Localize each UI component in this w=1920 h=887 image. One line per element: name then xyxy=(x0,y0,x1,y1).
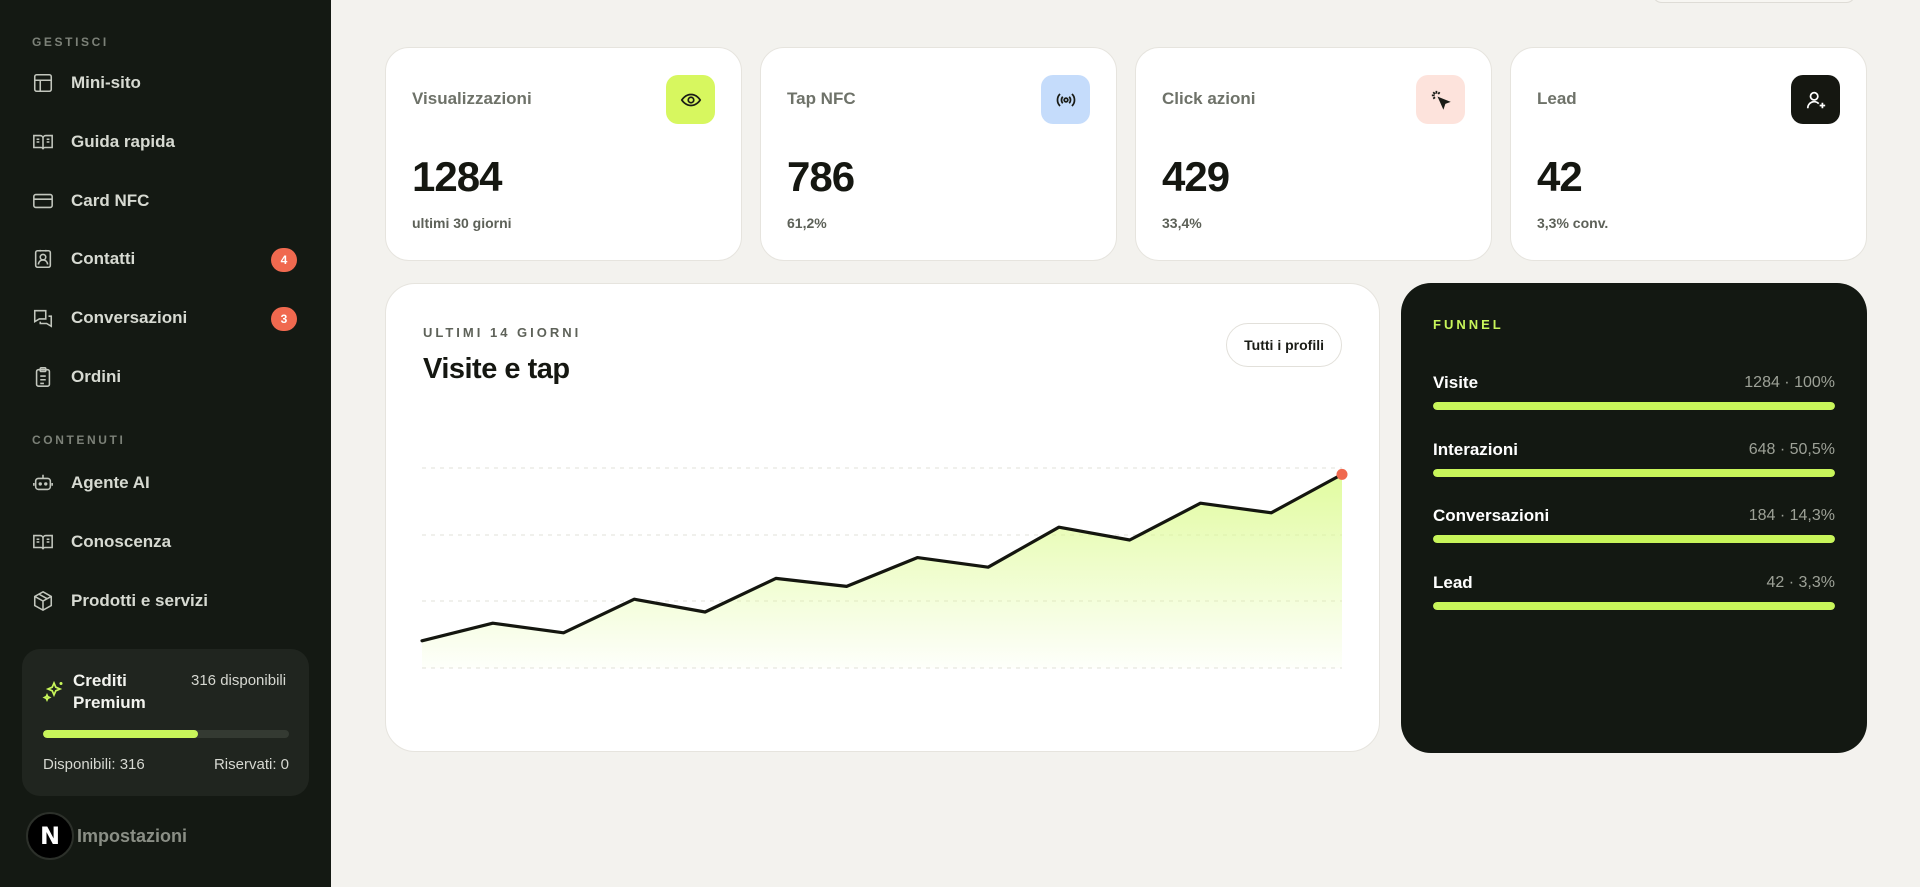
sparkles-icon xyxy=(42,679,66,703)
stat-subtext: 61,2% xyxy=(787,215,827,231)
funnel-step-name: Interazioni xyxy=(1433,440,1519,459)
settings-link[interactable]: N Impostazioni xyxy=(26,812,187,860)
funnel-step-fill xyxy=(1433,402,1835,410)
credits-reserved-label: Riservati: 0 xyxy=(213,756,289,773)
sidebar-item-label: Conoscenza xyxy=(71,532,172,551)
premium-credits-card: Crediti Premium 316 disponibili Disponib… xyxy=(22,649,309,796)
chart-title: Visite e tap xyxy=(423,353,570,385)
stat-subtext: 3,3% conv. xyxy=(1537,215,1609,231)
stat-value: 429 xyxy=(1162,153,1230,200)
funnel-step-value: 42 · 3,3% xyxy=(1766,574,1835,591)
sidebar-item-label: Conversazioni xyxy=(71,308,188,327)
credits-available-count: 316 disponibili xyxy=(191,672,287,689)
section-title-content: CONTENUTI xyxy=(32,433,126,447)
sidebar-item-mini-sito[interactable]: Mini-sito xyxy=(22,60,309,106)
stat-value: 1284 xyxy=(412,153,502,200)
robot-icon xyxy=(31,471,55,495)
credits-progress-bar xyxy=(43,730,289,738)
stat-subtext: ultimi 30 giorni xyxy=(412,215,512,231)
settings-label: Impostazioni xyxy=(77,825,188,846)
sidebar-item-contatti[interactable]: Contatti 4 xyxy=(22,236,309,282)
stat-card-click-azioni: Click azioni 429 33,4% xyxy=(1135,47,1492,261)
sidebar-item-label: Mini-sito xyxy=(71,73,141,92)
credits-progress-fill xyxy=(43,730,198,738)
sidebar-item-conoscenza[interactable]: Conoscenza xyxy=(22,519,309,565)
funnel-step-name: Conversazioni xyxy=(1433,506,1550,525)
nfc-signal-icon xyxy=(1041,75,1090,124)
funnel-step-name: Lead xyxy=(1433,573,1473,592)
section-title-manage: GESTISCI xyxy=(32,35,109,49)
stat-value: 786 xyxy=(787,153,855,200)
stat-card-visualizzazioni: Visualizzazioni 1284 ultimi 30 giorni xyxy=(385,47,742,261)
funnel-step-fill xyxy=(1433,602,1835,610)
contatti-count-badge: 4 xyxy=(271,248,297,272)
funnel-step-bar xyxy=(1433,602,1835,610)
credit-card-icon xyxy=(31,189,55,213)
eye-icon xyxy=(666,75,715,124)
funnel-step-fill xyxy=(1433,535,1835,543)
sidebar-item-label: Ordini xyxy=(71,367,122,386)
top-control-stub[interactable] xyxy=(1652,0,1856,3)
avatar[interactable]: N xyxy=(26,812,74,860)
funnel-step-bar xyxy=(1433,469,1835,477)
credits-available-label: Disponibili: 316 xyxy=(43,756,145,773)
stat-label: Click azioni xyxy=(1162,89,1256,108)
sidebar-item-label: Prodotti e servizi xyxy=(71,591,208,610)
cursor-click-icon xyxy=(1416,75,1465,124)
funnel-step-bar xyxy=(1433,535,1835,543)
conversazioni-count-badge: 3 xyxy=(271,307,297,331)
sidebar-item-prodotti-servizi[interactable]: Prodotti e servizi xyxy=(22,578,309,624)
sidebar-item-label: Contatti xyxy=(71,249,136,268)
stat-label: Tap NFC xyxy=(787,89,856,108)
contact-icon xyxy=(31,247,55,271)
sidebar-item-label: Guida rapida xyxy=(71,132,175,151)
funnel-step-value: 1284 · 100% xyxy=(1744,374,1835,391)
book-icon xyxy=(31,530,55,554)
stat-label: Lead xyxy=(1537,89,1577,108)
user-plus-icon xyxy=(1791,75,1840,124)
chart-end-marker xyxy=(1336,468,1348,480)
stat-label: Visualizzazioni xyxy=(412,89,532,108)
stat-card-lead: Lead 42 3,3% conv. xyxy=(1510,47,1867,261)
funnel-card: FUNNEL Visite 1284 · 100% Interazioni 64… xyxy=(1401,283,1867,753)
sidebar-item-ordini[interactable]: Ordini xyxy=(22,354,309,400)
profile-filter-button[interactable]: Tutti i profili xyxy=(1226,323,1342,367)
stat-card-tap-nfc: Tap NFC 786 61,2% xyxy=(760,47,1117,261)
credits-title: Crediti Premium xyxy=(73,671,146,712)
visits-chart-card: ULTIMI 14 GIORNI Visite e tap Tutti i pr… xyxy=(385,283,1380,752)
funnel-step-visite: Visite 1284 · 100% xyxy=(1433,373,1835,421)
package-icon xyxy=(31,589,55,613)
funnel-step-lead: Lead 42 · 3,3% xyxy=(1433,573,1835,621)
funnel-step-value: 184 · 14,3% xyxy=(1748,507,1835,524)
book-open-icon xyxy=(31,130,55,154)
funnel-step-name: Visite xyxy=(1433,373,1479,392)
sidebar-item-guida-rapida[interactable]: Guida rapida xyxy=(22,119,309,165)
sidebar-item-label: Card NFC xyxy=(71,191,150,210)
sidebar-item-agente-ai[interactable]: Agente AI xyxy=(22,460,309,506)
sidebar-item-conversazioni[interactable]: Conversazioni 3 xyxy=(22,295,309,341)
chart-eyebrow: ULTIMI 14 GIORNI xyxy=(423,325,582,340)
chat-bubbles-icon xyxy=(31,306,55,330)
funnel-step-fill xyxy=(1433,469,1835,477)
funnel-title: FUNNEL xyxy=(1433,317,1504,332)
stat-subtext: 33,4% xyxy=(1162,215,1202,231)
funnel-step-bar xyxy=(1433,402,1835,410)
clipboard-icon xyxy=(31,365,55,389)
sidebar: GESTISCI Mini-sito Guida rapida Card NFC… xyxy=(0,0,331,887)
funnel-step-conversazioni: Conversazioni 184 · 14,3% xyxy=(1433,506,1835,554)
sidebar-item-label: Agente AI xyxy=(71,473,150,492)
layout-icon xyxy=(31,71,55,95)
stat-value: 42 xyxy=(1537,153,1583,200)
funnel-step-value: 648 · 50,5% xyxy=(1748,441,1835,458)
funnel-step-interazioni: Interazioni 648 · 50,5% xyxy=(1433,440,1835,488)
sidebar-item-card-nfc[interactable]: Card NFC xyxy=(22,178,309,224)
